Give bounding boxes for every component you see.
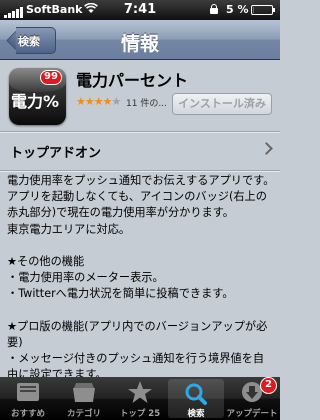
divider	[0, 171, 280, 172]
top-addons-row[interactable]: トップアドオン	[0, 132, 280, 170]
tab-label: アップデート	[226, 409, 278, 419]
app-icon-text: 電力%	[11, 92, 60, 111]
updates-badge: 2	[260, 377, 277, 394]
rating[interactable]: ★★★★★ 11 件の...	[76, 95, 167, 109]
tab-label: 検索	[187, 409, 205, 419]
orientation-lock-icon	[210, 4, 218, 14]
top25-star-icon	[128, 381, 152, 403]
rating-stars-icon: ★★★★★	[76, 95, 121, 108]
battery-percentage: 5 %	[226, 3, 249, 16]
status-bar: SoftBank 7:41 5 %	[0, 0, 280, 20]
tab-featured[interactable]: おすすめ	[0, 377, 56, 420]
chevron-right-icon	[260, 142, 273, 155]
app-header: 電力% 99 電力パーセント ★★★★★ 11 件の... インストール済み	[0, 61, 280, 131]
search-icon	[185, 383, 207, 405]
tab-label: カテゴリ	[66, 409, 101, 419]
top-addons-label: トップアドオン	[10, 146, 102, 161]
installed-button[interactable]: インストール済み	[172, 93, 272, 115]
categories-icon	[73, 383, 95, 402]
app-description: 電力使用率をプッシュ通知でお伝えするアプリです。 アプリを起動しなくても、アイコ…	[7, 174, 275, 378]
tab-categories[interactable]: カテゴリ	[56, 377, 112, 420]
tab-bar: おすすめ カテゴリ トップ 25 検索 2 アップデート	[0, 377, 280, 420]
tab-top25[interactable]: トップ 25	[112, 377, 168, 420]
rating-count: 11 件の...	[126, 99, 167, 109]
navigation-bar: 検索 情報	[0, 20, 280, 60]
app-icon: 電力% 99	[9, 68, 66, 125]
tab-label: おすすめ	[10, 409, 45, 419]
battery-icon	[251, 5, 275, 15]
app-icon-badge: 99	[40, 70, 62, 85]
tab-updates[interactable]: 2 アップデート	[224, 377, 280, 420]
tab-label: トップ 25	[119, 409, 161, 419]
app-name: 電力パーセント	[76, 71, 189, 90]
tab-search[interactable]: 検索	[168, 379, 224, 419]
page-title: 情報	[120, 33, 159, 55]
featured-icon	[17, 383, 39, 401]
